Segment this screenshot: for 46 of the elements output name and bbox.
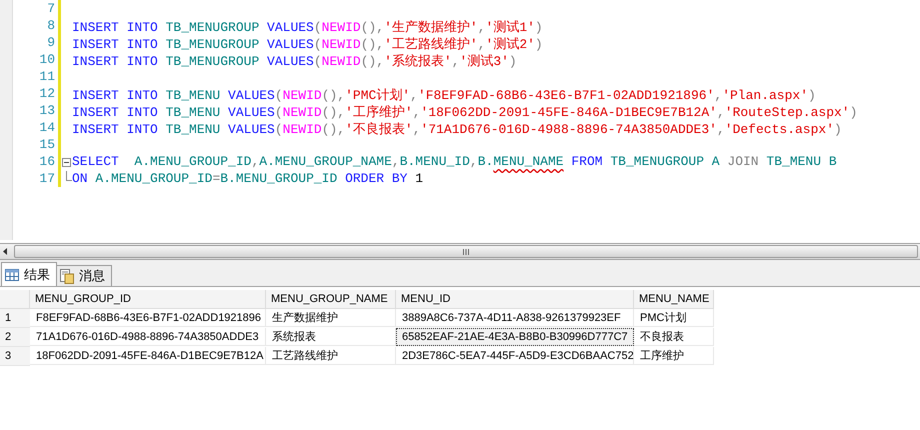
row-number[interactable]: 1 xyxy=(0,309,30,328)
document-icon xyxy=(60,268,74,284)
result-tab[interactable]: 消息 xyxy=(56,265,112,286)
line-number: 14 xyxy=(38,120,55,137)
fold-end-icon xyxy=(66,171,72,181)
code-line: INSERT INTO TB_MENUGROUP VALUES(NEWID(),'系统报表','测试3') xyxy=(72,53,518,69)
horizontal-scrollbar[interactable] xyxy=(0,243,920,260)
code-line: INSERT INTO TB_MENUGROUP VALUES(NEWID(),'工艺路线维护','测试2') xyxy=(72,36,544,52)
table-cell: 3889A8C6-737A-4D11-A838-9261379923EF xyxy=(396,309,634,327)
table-cell: 工艺路线维护 xyxy=(266,347,396,365)
table-cell: 生产数据维护 xyxy=(266,309,396,327)
code-line: INSERT INTO TB_MENU VALUES(NEWID(),'工序维护','18F062DD-2091-45FE-846A-D1BEC9E7B12A','RouteStep.aspx') xyxy=(72,104,858,120)
row-number[interactable]: 3 xyxy=(0,347,30,366)
code-line: INSERT INTO TB_MENU VALUES(NEWID(),'不良报表','71A1D676-016D-4988-8896-74A3850ADDE3','Defects.aspx') xyxy=(72,121,843,137)
result-tab[interactable]: 结果 xyxy=(1,262,57,286)
table-cell: 65852EAF-21AE-4E3A-B8B0-B30996D777C7 xyxy=(396,328,634,346)
line-number: 17 xyxy=(38,171,55,188)
line-number: 10 xyxy=(38,52,55,69)
code-line: ON A.MENU_GROUP_ID=B.MENU_GROUP_ID ORDER BY 1 xyxy=(72,171,424,188)
line-number: 9 xyxy=(46,35,55,52)
line-number: 16 xyxy=(38,154,55,171)
table-cell: 18F062DD-2091-45FE-846A-D1BEC9E7B12A xyxy=(30,347,266,365)
line-number: 8 xyxy=(46,18,55,35)
line-number: 13 xyxy=(38,103,55,120)
table-cell: PMC计划 xyxy=(634,309,714,327)
code-line: INSERT INTO TB_MENUGROUP VALUES(NEWID(),'生产数据维护','测试1') xyxy=(72,19,544,35)
table-cell: 不良报表 xyxy=(634,328,714,346)
column-header[interactable]: MENU_NAME xyxy=(634,290,714,309)
collapse-icon[interactable] xyxy=(62,158,71,167)
code-line: SELECT A.MENU_GROUP_ID,A.MENU_GROUP_NAME,B.MENU_ID,B.MENU_NAME FROM TB_MENUGROUP A JOIN TB_MENU B xyxy=(72,154,838,171)
column-header[interactable]: MENU_GROUP_NAME xyxy=(266,290,396,309)
column-header[interactable]: MENU_ID xyxy=(396,290,634,309)
line-number: 15 xyxy=(38,137,55,154)
table-cell: 2D3E786C-5EA7-445F-A5D9-E3CD6BAAC752 xyxy=(396,347,634,365)
scrollbar-thumb[interactable] xyxy=(14,245,918,258)
line-number: 12 xyxy=(38,86,55,103)
code-line: INSERT INTO TB_MENU VALUES(NEWID(),'PMC计划','F8EF9FAD-68B6-43E6-B7F1-02ADD1921896','Plan.aspx') xyxy=(72,87,817,103)
line-number: 11 xyxy=(38,69,55,86)
line-number: 7 xyxy=(46,1,55,18)
table-cell: F8EF9FAD-68B6-43E6-B7F1-02ADD1921896 xyxy=(30,309,266,327)
table-icon xyxy=(5,268,19,280)
column-header[interactable]: MENU_GROUP_ID xyxy=(30,290,266,309)
table-cell: 工序维护 xyxy=(634,347,714,365)
grip-icon xyxy=(462,248,470,254)
row-number[interactable]: 2 xyxy=(0,328,30,347)
table-cell: 71A1D676-016D-4988-8896-74A3850ADDE3 xyxy=(30,328,266,346)
